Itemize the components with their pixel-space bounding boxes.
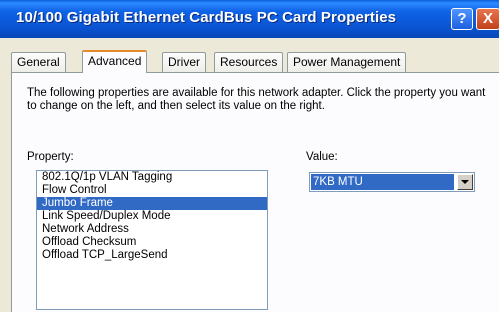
tab-general[interactable]: General bbox=[11, 52, 66, 72]
title-bar[interactable]: 10/100 Gigabit Ethernet CardBus PC Card … bbox=[0, 0, 499, 38]
value-dropdown[interactable]: 7KB MTU bbox=[309, 172, 475, 192]
property-item[interactable]: Flow Control bbox=[37, 184, 267, 197]
chevron-down-icon[interactable] bbox=[457, 174, 473, 190]
description-text: The following properties are available f… bbox=[27, 87, 486, 112]
property-item[interactable]: Offload TCP_LargeSend bbox=[37, 249, 267, 262]
property-item[interactable]: Offload Checksum bbox=[37, 236, 267, 249]
help-button[interactable]: ? bbox=[451, 8, 473, 30]
property-label: Property: bbox=[27, 151, 74, 163]
tab-resources[interactable]: Resources bbox=[214, 52, 284, 72]
property-item[interactable]: 802.1Q/1p VLAN Tagging bbox=[37, 171, 267, 184]
property-item[interactable]: Network Address bbox=[37, 223, 267, 236]
properties-dialog: 10/100 Gigabit Ethernet CardBus PC Card … bbox=[0, 0, 499, 312]
window-title: 10/100 Gigabit Ethernet CardBus PC Card … bbox=[16, 9, 397, 26]
tab-power-management[interactable]: Power Management bbox=[287, 52, 407, 72]
value-dropdown-selected[interactable]: 7KB MTU bbox=[311, 174, 454, 190]
property-item-selected[interactable]: Jumbo Frame bbox=[37, 197, 267, 210]
property-listbox[interactable]: 802.1Q/1p VLAN Tagging Flow Control Jumb… bbox=[36, 170, 268, 310]
close-button[interactable]: X bbox=[476, 8, 499, 30]
property-item[interactable]: Link Speed/Duplex Mode bbox=[37, 210, 267, 223]
value-label: Value: bbox=[306, 151, 338, 163]
tab-advanced[interactable]: Advanced bbox=[82, 50, 148, 73]
tab-driver[interactable]: Driver bbox=[162, 52, 206, 72]
